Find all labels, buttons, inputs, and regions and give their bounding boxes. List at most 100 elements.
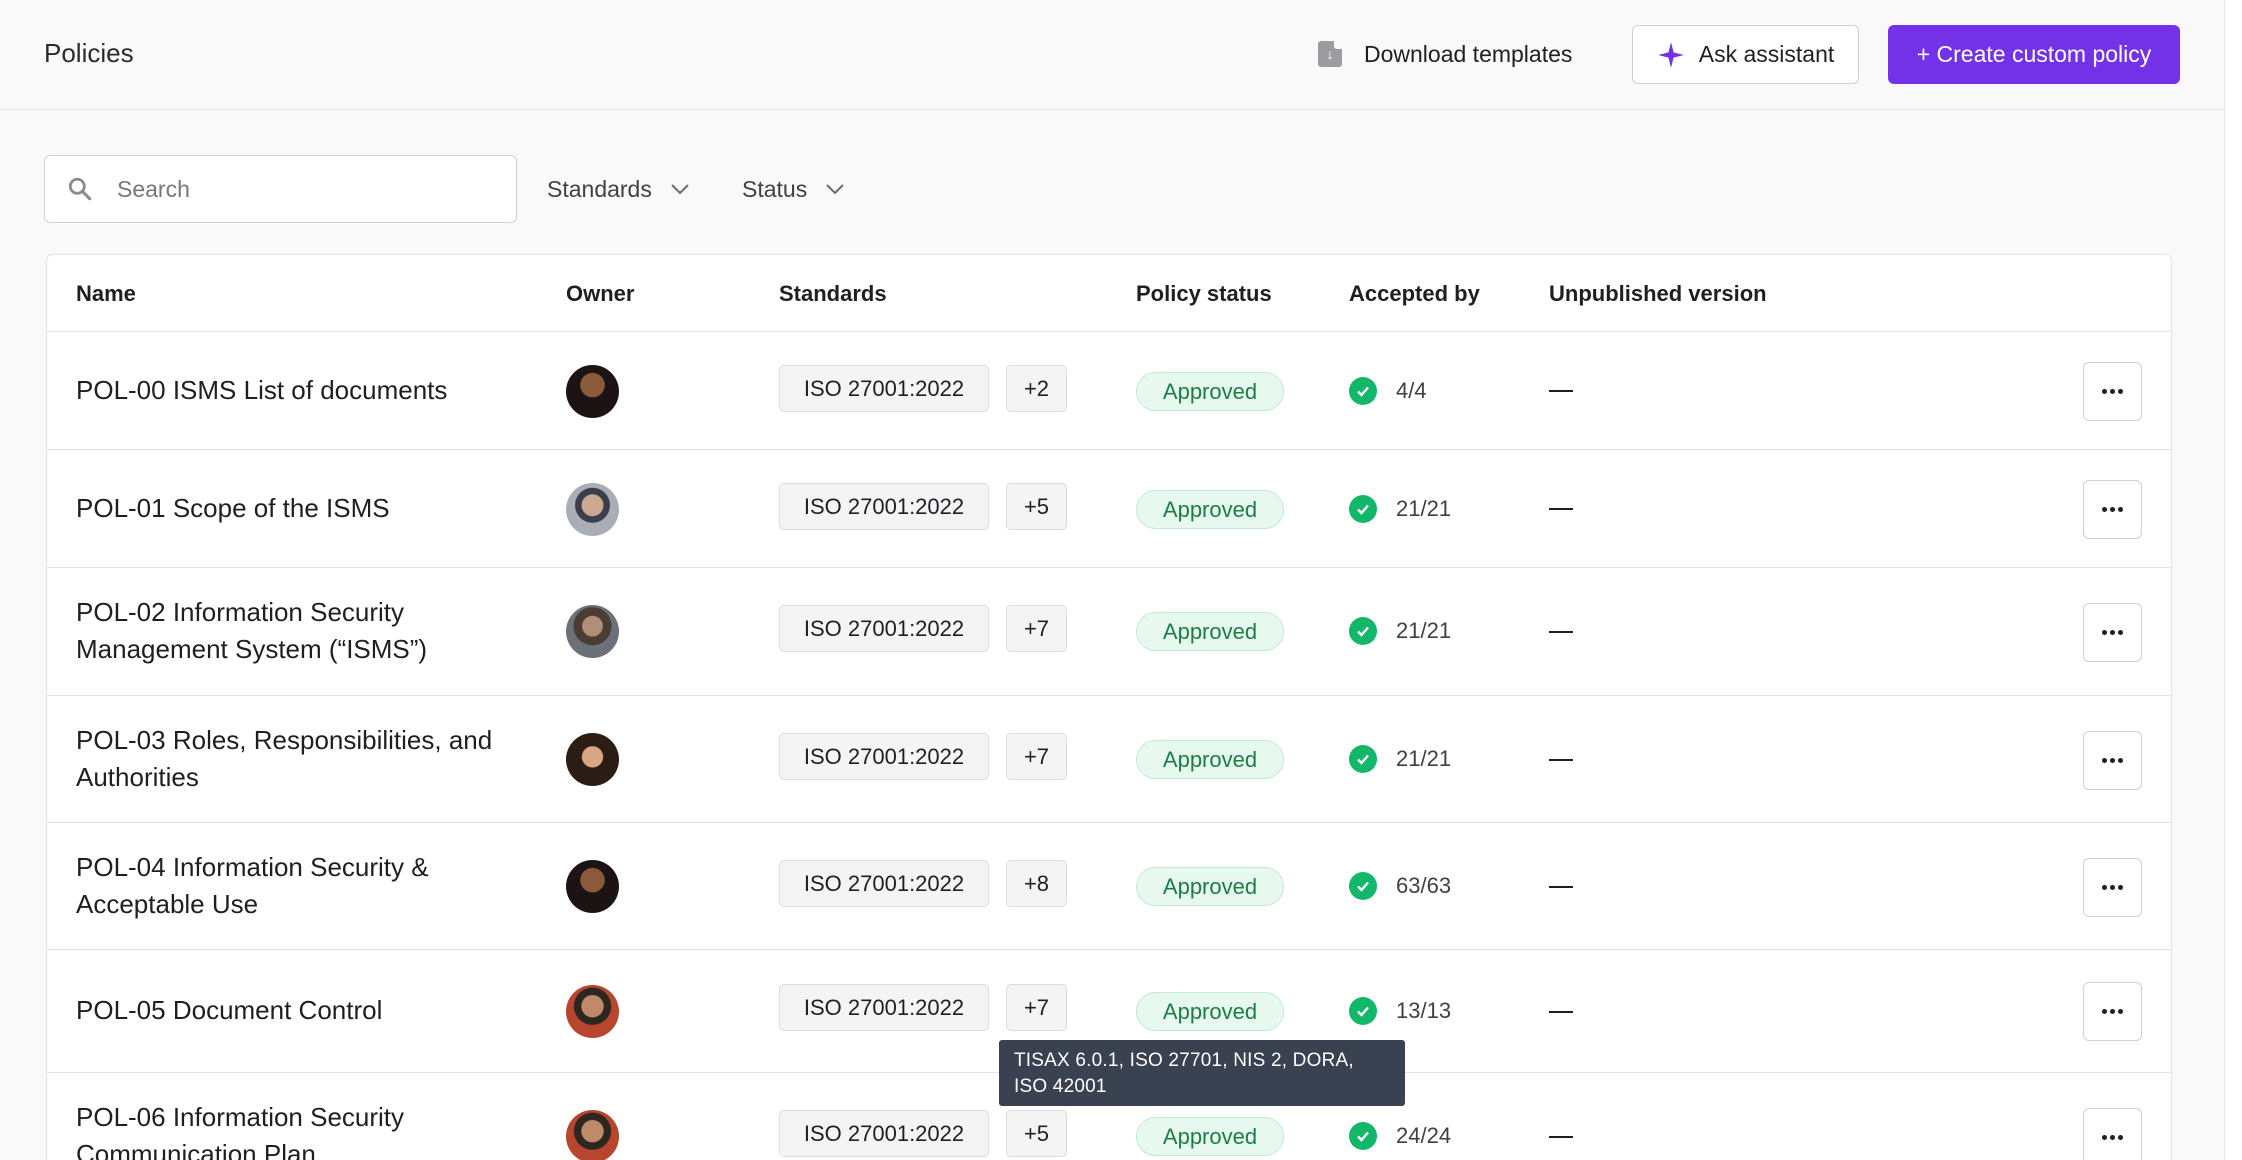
standards-filter-dropdown[interactable]: Standards xyxy=(547,170,690,208)
status-badge: Approved xyxy=(1136,867,1284,906)
search-input[interactable] xyxy=(117,175,477,203)
column-header-policy-status[interactable]: Policy status xyxy=(1136,281,1272,307)
owner-avatar[interactable] xyxy=(566,985,619,1038)
policy-name[interactable]: POL-01 Scope of the ISMS xyxy=(76,490,546,527)
row-actions-button[interactable] xyxy=(2083,480,2142,539)
accepted-count: 24/24 xyxy=(1396,1123,1452,1148)
row-actions-button[interactable] xyxy=(2083,362,2142,421)
search-icon xyxy=(68,177,92,201)
more-horizontal-icon xyxy=(2102,1009,2123,1014)
row-actions-button[interactable] xyxy=(2083,603,2142,662)
create-custom-policy-button[interactable]: + Create custom policy xyxy=(1888,25,2180,84)
owner-avatar[interactable] xyxy=(566,733,619,786)
owner-avatar[interactable] xyxy=(566,483,619,536)
table-header: Name Owner Standards Policy status Accep… xyxy=(47,255,2171,332)
owner-avatar[interactable] xyxy=(566,1110,619,1160)
table-row[interactable]: POL-04 Information Security & Acceptable… xyxy=(47,823,2171,950)
more-standards-badge[interactable]: +5 xyxy=(1006,1110,1067,1157)
ask-assistant-label: Ask assistant xyxy=(1698,41,1835,67)
more-standards-badge[interactable]: +8 xyxy=(1006,860,1067,907)
sparkle-icon xyxy=(1657,41,1684,68)
standards-filter-label: Standards xyxy=(547,175,652,202)
more-standards-badge[interactable]: +7 xyxy=(1006,733,1067,780)
policy-name[interactable]: POL-05 Document Control xyxy=(76,992,546,1029)
chevron-down-icon xyxy=(826,184,844,195)
table-row[interactable]: POL-02 Information Security Management S… xyxy=(47,568,2171,696)
status-badge: Approved xyxy=(1136,372,1284,411)
column-header-owner[interactable]: Owner xyxy=(566,281,634,307)
empty-value-dash xyxy=(1549,508,1573,510)
column-header-standards[interactable]: Standards xyxy=(779,281,887,307)
status-badge: Approved xyxy=(1136,740,1284,779)
accepted-by: 24/24 xyxy=(1349,1121,1451,1151)
owner-avatar[interactable] xyxy=(566,860,619,913)
download-templates-button[interactable]: ↓ Download templates xyxy=(1318,34,1572,74)
chevron-down-icon xyxy=(671,184,689,195)
owner-avatar[interactable] xyxy=(566,365,619,418)
more-standards-badge[interactable]: +7 xyxy=(1006,605,1067,652)
standard-tag: ISO 27001:2022 xyxy=(779,605,989,652)
column-header-accepted-by[interactable]: Accepted by xyxy=(1349,281,1480,307)
row-actions-button[interactable] xyxy=(2083,1108,2142,1160)
status-badge: Approved xyxy=(1136,992,1284,1031)
status-badge: Approved xyxy=(1136,612,1284,651)
status-filter-dropdown[interactable]: Status xyxy=(742,170,845,208)
accepted-count: 21/21 xyxy=(1396,496,1452,521)
owner-avatar[interactable] xyxy=(566,605,619,658)
app-frame: Policies ↓ Download templates Ask assist… xyxy=(0,0,2242,1160)
search-field[interactable] xyxy=(44,155,517,223)
empty-value-dash xyxy=(1549,631,1573,633)
accepted-count: 21/21 xyxy=(1396,746,1452,771)
check-circle-icon xyxy=(1349,745,1377,773)
page-title: Policies xyxy=(44,38,134,68)
standard-tag: ISO 27001:2022 xyxy=(779,483,989,530)
download-file-icon: ↓ xyxy=(1318,41,1342,67)
more-standards-badge[interactable]: +5 xyxy=(1006,483,1067,530)
status-badge: Approved xyxy=(1136,490,1284,529)
more-horizontal-icon xyxy=(2102,630,2123,635)
column-header-name[interactable]: Name xyxy=(76,281,136,307)
more-horizontal-icon xyxy=(2102,507,2123,512)
row-actions-button[interactable] xyxy=(2083,731,2142,790)
check-circle-icon xyxy=(1349,617,1377,645)
check-circle-icon xyxy=(1349,1122,1377,1150)
more-horizontal-icon xyxy=(2102,885,2123,890)
status-badge: Approved xyxy=(1136,1117,1284,1156)
empty-value-dash xyxy=(1549,1136,1573,1138)
empty-value-dash xyxy=(1549,1011,1573,1013)
scrollbar[interactable] xyxy=(2224,0,2242,1160)
status-filter-label: Status xyxy=(742,175,808,202)
more-horizontal-icon xyxy=(2102,1135,2123,1140)
standard-tag: ISO 27001:2022 xyxy=(779,365,989,412)
accepted-by: 13/13 xyxy=(1349,996,1451,1026)
table-row[interactable]: POL-03 Roles, Responsibilities, and Auth… xyxy=(47,696,2171,823)
more-horizontal-icon xyxy=(2102,758,2123,763)
policy-name[interactable]: POL-00 ISMS List of documents xyxy=(76,372,546,409)
accepted-count: 63/63 xyxy=(1396,873,1452,898)
accepted-count: 21/21 xyxy=(1396,618,1452,643)
check-circle-icon xyxy=(1349,377,1377,405)
accepted-by: 21/21 xyxy=(1349,494,1451,524)
standard-tag: ISO 27001:2022 xyxy=(779,860,989,907)
accepted-count: 13/13 xyxy=(1396,998,1452,1023)
accepted-by: 21/21 xyxy=(1349,616,1451,646)
table-row[interactable]: POL-00 ISMS List of documents ISO 27001:… xyxy=(47,332,2171,450)
check-circle-icon xyxy=(1349,997,1377,1025)
row-actions-button[interactable] xyxy=(2083,982,2142,1041)
more-standards-badge[interactable]: +2 xyxy=(1006,365,1067,412)
empty-value-dash xyxy=(1549,390,1573,392)
accepted-by: 4/4 xyxy=(1349,376,1427,406)
policy-name[interactable]: POL-04 Information Security & Acceptable… xyxy=(76,849,546,923)
more-standards-badge[interactable]: +7 xyxy=(1006,984,1067,1031)
policy-name[interactable]: POL-02 Information Security Management S… xyxy=(76,594,546,668)
more-horizontal-icon xyxy=(2102,389,2123,394)
policies-table: Name Owner Standards Policy status Accep… xyxy=(46,254,2172,1160)
policy-name[interactable]: POL-03 Roles, Responsibilities, and Auth… xyxy=(76,722,546,796)
table-row[interactable]: POL-01 Scope of the ISMS ISO 27001:2022 … xyxy=(47,450,2171,568)
standards-tooltip: TISAX 6.0.1, ISO 27701, NIS 2, DORA, ISO… xyxy=(999,1040,1405,1106)
ask-assistant-button[interactable]: Ask assistant xyxy=(1632,25,1859,84)
accepted-count: 4/4 xyxy=(1396,378,1427,403)
row-actions-button[interactable] xyxy=(2083,858,2142,917)
policy-name[interactable]: POL-06 Information Security Communicatio… xyxy=(76,1099,546,1160)
column-header-unpublished-version[interactable]: Unpublished version xyxy=(1549,281,1767,307)
